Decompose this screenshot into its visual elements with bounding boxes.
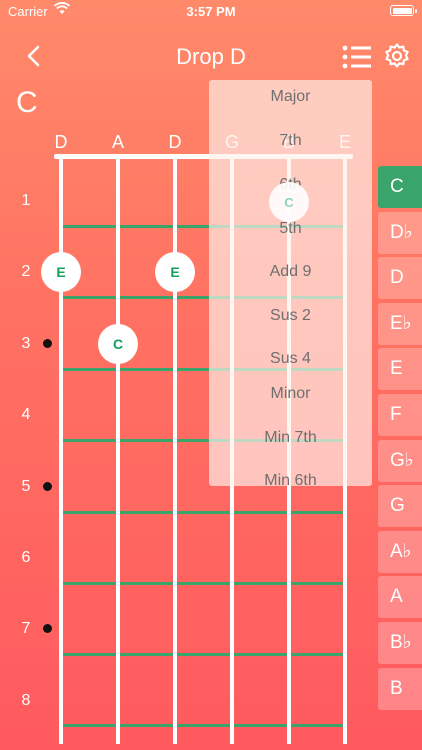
note-marker[interactable]: E [155, 252, 195, 292]
fret-number: 2 [21, 263, 31, 280]
key-button-b[interactable]: B [378, 667, 422, 710]
chord-name: C [16, 86, 38, 119]
fret-number: 8 [21, 692, 31, 709]
fret-inlay-dot [43, 482, 52, 491]
dropdown-item[interactable]: Min 6th [209, 472, 372, 490]
key-button-a[interactable]: A [378, 576, 422, 619]
string-label: D [54, 132, 68, 152]
dropdown-item[interactable]: Major [209, 88, 372, 106]
note-marker[interactable]: C [98, 324, 138, 364]
fret-number: 6 [21, 549, 31, 566]
key-button-e[interactable]: E [378, 348, 422, 391]
string-line [59, 156, 63, 744]
status-bar: Carrier 3:57 PM [0, 0, 422, 24]
key-button-d[interactable]: D [378, 257, 422, 300]
key-selector: C D♭ D E♭ E F G♭ G A♭ A B♭ B [378, 166, 422, 713]
fret-number: 7 [21, 620, 31, 637]
string-line [116, 156, 120, 744]
fret-line [62, 653, 346, 656]
dropdown-item[interactable]: Sus 2 [209, 307, 372, 325]
fret-number: 5 [21, 478, 31, 495]
dropdown-item[interactable]: Minor [209, 385, 372, 403]
gear-icon[interactable] [383, 42, 411, 70]
dropdown-item[interactable]: Sus 4 [209, 350, 372, 368]
key-button-eb[interactable]: E♭ [378, 302, 422, 345]
key-button-g[interactable]: G [378, 485, 422, 528]
list-icon[interactable] [342, 44, 372, 70]
fret-line [62, 582, 346, 585]
key-button-db[interactable]: D♭ [378, 211, 422, 254]
fret-number: 1 [21, 192, 31, 209]
note-marker[interactable]: E [41, 252, 81, 292]
dropdown-item[interactable]: Add 9 [209, 263, 372, 281]
fret-line [62, 511, 346, 514]
string-label: A [111, 132, 124, 152]
string-label: D [168, 132, 182, 152]
fret-inlay-dot [43, 339, 52, 348]
fret-inlay-dot [43, 624, 52, 633]
note-marker-behind-dropdown: C [269, 182, 309, 222]
key-button-c[interactable]: C [378, 166, 422, 208]
dropdown-item[interactable]: 7th [209, 132, 372, 150]
fret-number: 4 [21, 406, 31, 423]
string-line [173, 156, 177, 744]
fret-number: 3 [21, 335, 31, 352]
dropdown-item[interactable]: Min 7th [209, 429, 372, 447]
fret-line [62, 724, 346, 727]
key-button-ab[interactable]: A♭ [378, 530, 422, 573]
dropdown-item[interactable]: 5th [209, 220, 372, 238]
battery-icon [390, 5, 417, 16]
key-button-gb[interactable]: G♭ [378, 439, 422, 482]
key-button-f[interactable]: F [378, 393, 422, 436]
key-button-bb[interactable]: B♭ [378, 621, 422, 664]
chord-type-dropdown[interactable]: Major 7th 6th 5th Add 9 Sus 2 Sus 4 Mino… [209, 80, 372, 489]
clock: 3:57 PM [186, 4, 236, 19]
